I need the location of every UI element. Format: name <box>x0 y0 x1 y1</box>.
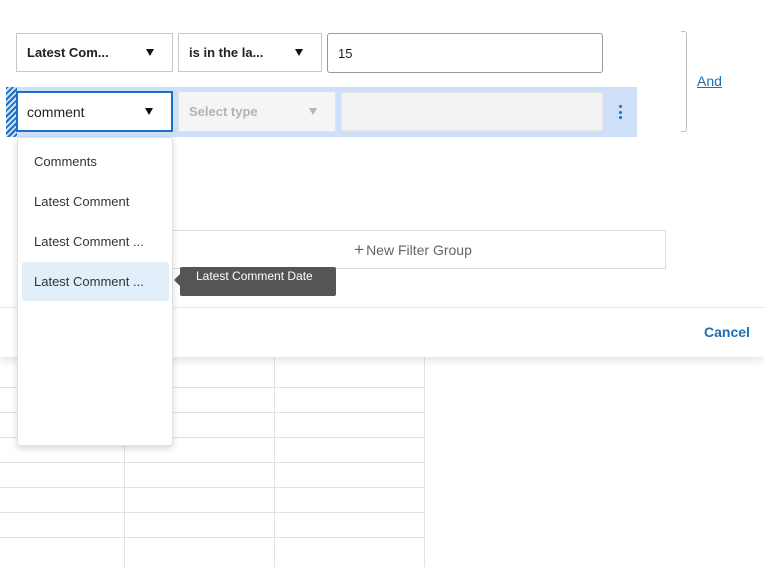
tooltip-text: Latest Comment Date <box>196 269 313 283</box>
caret-down-icon <box>309 108 317 115</box>
group-bracket <box>681 31 687 132</box>
disabled-value-input <box>341 92 603 131</box>
dropdown-option-hovered[interactable]: Latest Comment ... <box>22 262 169 301</box>
dropdown-option[interactable]: Latest Comment <box>22 182 169 221</box>
type-select[interactable]: Select type <box>178 91 336 132</box>
dropdown-option[interactable]: Latest Comment ... <box>22 222 169 261</box>
grid-line <box>0 537 425 538</box>
filter-operator-select[interactable]: is in the la... <box>178 33 322 72</box>
new-filter-group-label: New Filter Group <box>366 241 472 258</box>
option-tooltip: Latest Comment Date <box>174 267 336 296</box>
filter-operator-value: is in the la... <box>189 45 264 60</box>
grid-line <box>424 357 425 567</box>
dropdown-option[interactable]: Comments <box>22 142 169 181</box>
and-logic-link[interactable]: And <box>697 73 722 89</box>
filter-field-value: Latest Com... <box>27 45 109 60</box>
type-select-placeholder: Select type <box>189 104 258 119</box>
grid-line <box>274 357 275 567</box>
filter-field-select[interactable]: Latest Com... <box>16 33 173 72</box>
field-search-select[interactable] <box>16 91 173 132</box>
grid-line <box>0 462 425 463</box>
cancel-button[interactable]: Cancel <box>704 324 750 340</box>
filter-value-input[interactable] <box>327 33 603 73</box>
field-options-dropdown: Comments Latest Comment Latest Comment .… <box>17 137 173 446</box>
caret-down-icon <box>146 49 154 56</box>
caret-down-icon <box>145 108 153 115</box>
new-filter-group-button[interactable]: + New Filter Group <box>160 230 666 269</box>
grid-line <box>0 487 425 488</box>
field-search-input[interactable] <box>27 103 145 120</box>
caret-down-icon <box>295 49 303 56</box>
plus-icon: + <box>354 240 365 259</box>
grid-line <box>0 512 425 513</box>
more-options-icon[interactable] <box>613 102 627 122</box>
